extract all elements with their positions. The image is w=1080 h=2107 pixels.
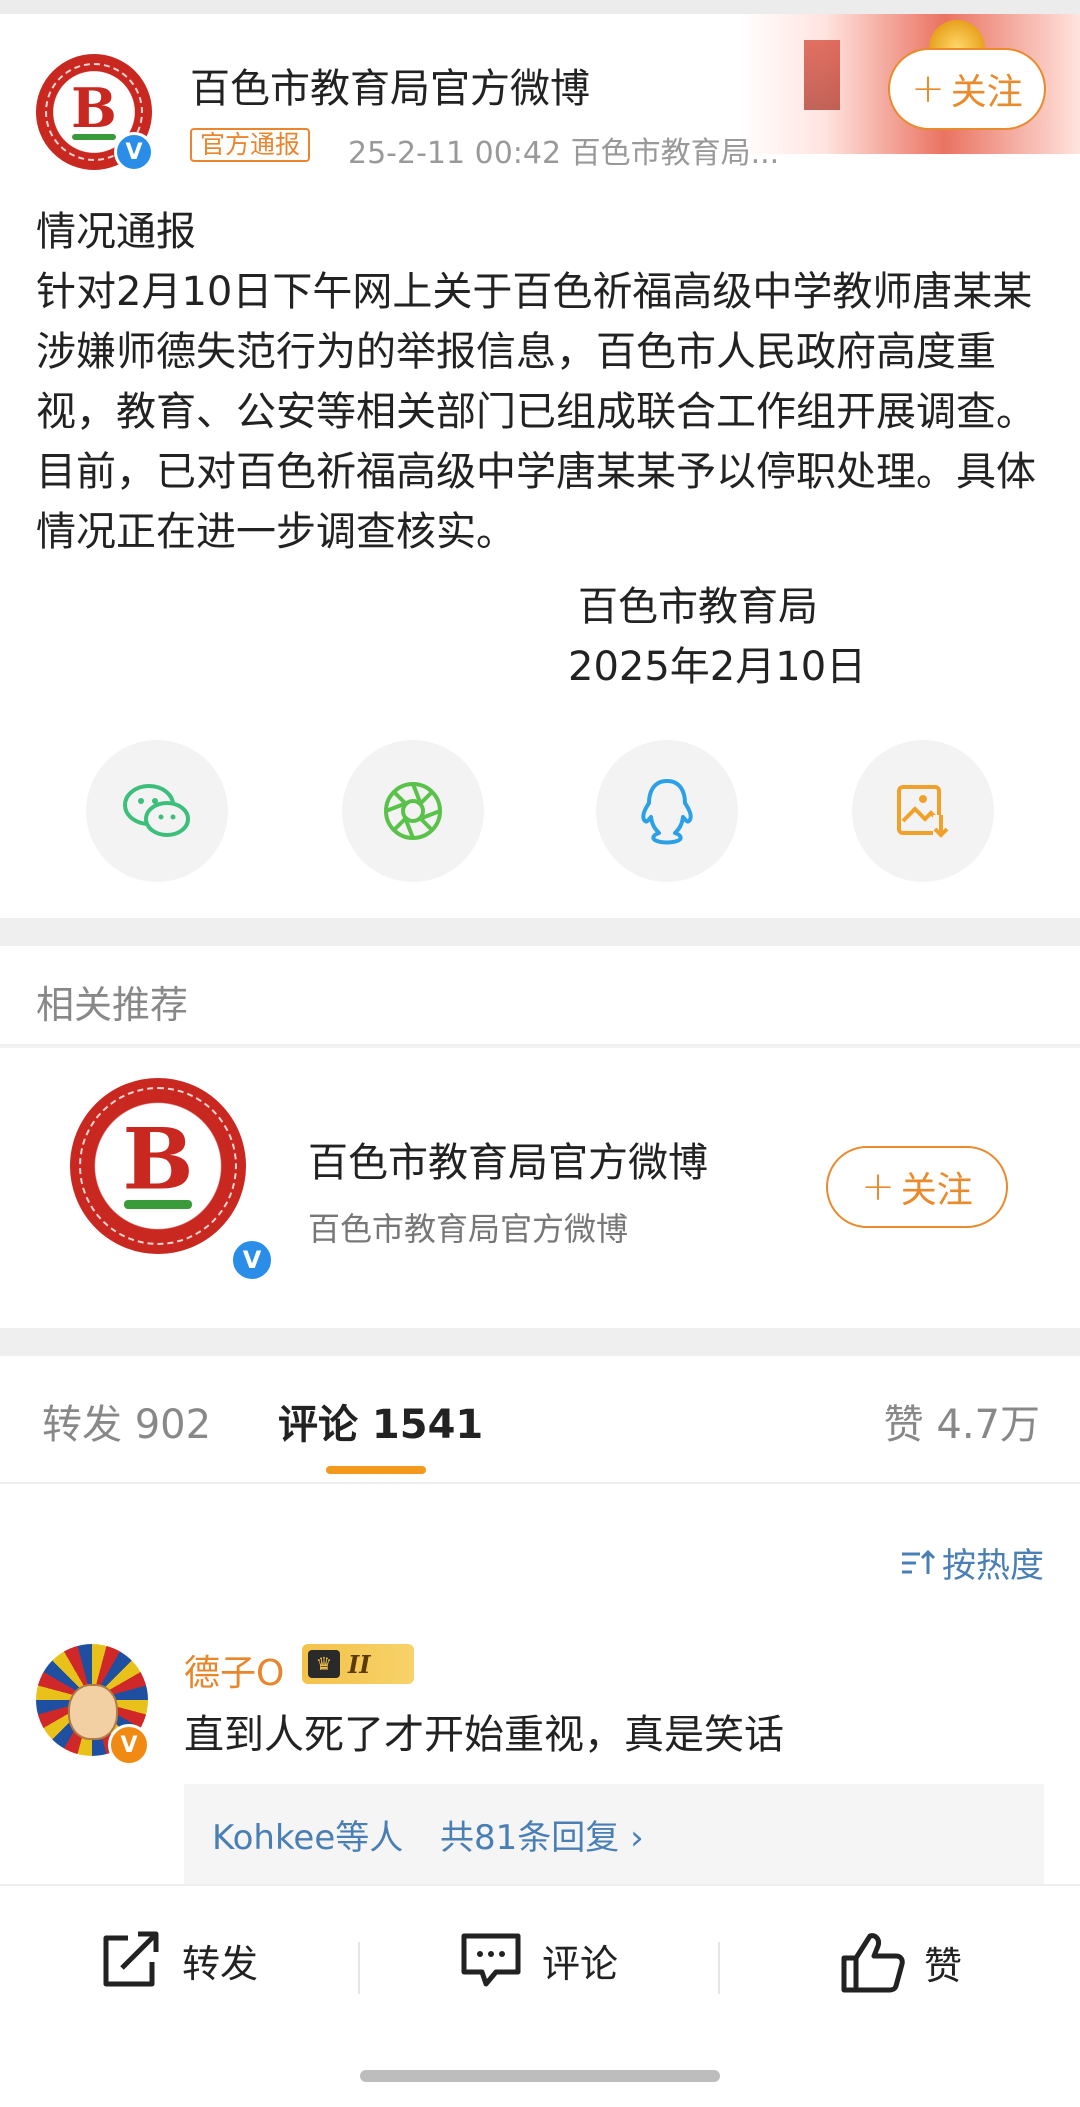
post-text: 针对2月10日下午网上关于百色祈福高级中学教师唐某某涉嫌师德失范行为的举报信息，… [36, 269, 1036, 555]
author-name[interactable]: 百色市教育局官方微博 [190, 56, 590, 114]
follow-button[interactable]: + 关注 [888, 48, 1046, 130]
post-body: 情况通报 针对2月10日下午网上关于百色祈福高级中学教师唐某某涉嫌师德失范行为的… [36, 202, 1046, 562]
sort-button[interactable]: 按热度 [900, 1538, 1044, 1587]
recommend-follow-button[interactable]: + 关注 [826, 1146, 1008, 1228]
commenter-name[interactable]: 德子O [184, 1644, 284, 1696]
like-button[interactable]: 赞 [840, 1930, 962, 1994]
home-indicator[interactable] [360, 2070, 720, 2082]
top-strip [0, 0, 1080, 14]
tab-like[interactable]: 赞 4.7万 [884, 1392, 1040, 1450]
home-indicator-area [0, 2040, 1080, 2107]
bottom-action-bar: 转发 评论 赞 [0, 1884, 1080, 2040]
sort-icon [902, 1549, 936, 1574]
bar-separator [358, 1942, 360, 1994]
share-wechat-button[interactable] [86, 740, 228, 882]
recommend-avatar[interactable]: B [70, 1078, 246, 1254]
recommend-subtitle: 百色市教育局官方微博 [308, 1210, 629, 1248]
comment-button[interactable]: 评论 [458, 1930, 618, 1990]
tab-repost[interactable]: 转发 902 [42, 1392, 211, 1450]
reply-count-link[interactable]: 共81条回复 › [440, 1810, 644, 1859]
bar-separator [718, 1942, 720, 1994]
active-tab-indicator [326, 1466, 426, 1474]
recommend-header: 相关推荐 [0, 946, 1080, 1046]
recommend-heading: 相关推荐 [36, 983, 189, 1027]
signature-date: 2025年2月10日 [568, 644, 867, 690]
wechat-icon [123, 784, 190, 837]
share-qq-button[interactable] [596, 740, 738, 882]
section-divider [0, 918, 1080, 946]
repost-button[interactable]: 转发 [98, 1930, 258, 1990]
save-image-button[interactable] [852, 740, 994, 882]
post-meta: 25-2-11 00:42 百色市教育局... [348, 136, 780, 171]
comment-text: 直到人死了才开始重视，真是笑话 [184, 1712, 784, 1758]
level-badge: ♛ II [302, 1644, 414, 1684]
interaction-tabs: 转发 902 评论 1541 赞 4.7万 [0, 1356, 1080, 1484]
crown-icon: ♛ [308, 1650, 340, 1678]
comment-replies-preview[interactable]: Kohkee等人 共81条回复 › [184, 1784, 1044, 1884]
plus-icon: + [861, 1164, 895, 1210]
moments-icon [384, 782, 442, 840]
section-divider [0, 1328, 1080, 1356]
official-tag: 官方通报 [190, 128, 311, 162]
signature-org: 百色市教育局 [578, 584, 818, 630]
post-title-line: 情况通报 [36, 209, 196, 255]
comment-list: 按热度 V 德子O ♛ II 直到人死了才开始重视，真是笑话 Kohkee等人 … [0, 1484, 1080, 1884]
verified-badge-icon: V [114, 132, 154, 172]
tab-comment[interactable]: 评论 1541 [278, 1392, 483, 1450]
recommend-name[interactable]: 百色市教育局官方微博 [308, 1130, 708, 1188]
comment-icon [461, 1933, 521, 1987]
verified-badge-icon: V [108, 1724, 150, 1766]
share-out-icon [103, 1931, 159, 1987]
post-card: B V 百色市教育局官方微博 官方通报 25-2-11 00:42 百色市教育局… [0, 14, 1080, 918]
share-moments-button[interactable] [342, 740, 484, 882]
plus-icon: + [911, 66, 945, 112]
save-image-icon [897, 785, 949, 838]
qq-icon [641, 779, 693, 845]
verified-badge-icon: V [230, 1238, 274, 1282]
reply-users[interactable]: Kohkee等人 [212, 1810, 403, 1859]
recommend-card[interactable]: B V 百色市教育局官方微博 百色市教育局官方微博 + 关注 [0, 1048, 1080, 1328]
thumbs-up-icon [841, 1933, 905, 1993]
